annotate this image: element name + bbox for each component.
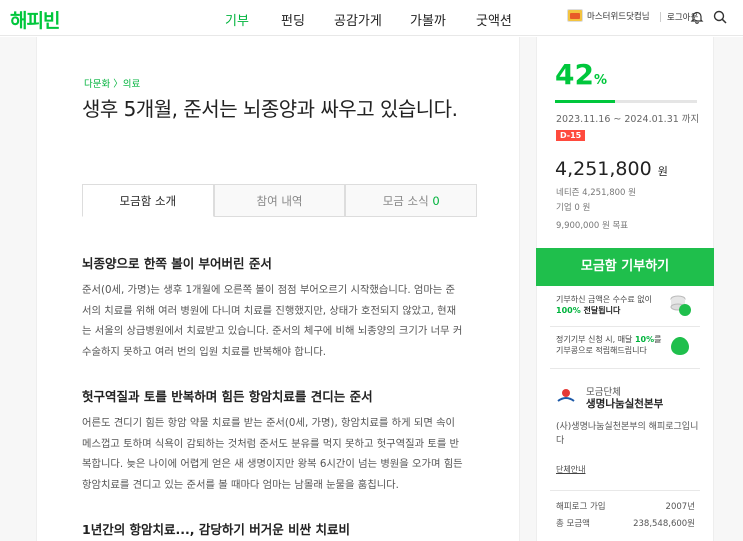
dday-badge: D-15 xyxy=(556,130,586,141)
tab-intro[interactable]: 모금함 소개 xyxy=(82,184,214,217)
raised-amount: 4,251,800 원 xyxy=(555,158,668,180)
user-name: 마스터위드닷컴님 xyxy=(587,11,650,22)
nav-store[interactable]: 공감가게 xyxy=(334,10,382,29)
section-body: 어른도 견디기 힘든 항암 약물 치료를 받는 준서(0세, 가명), 항암치료… xyxy=(82,417,463,491)
org-stat-row: 총 모금액 238,548,600원 xyxy=(556,519,695,529)
org-info-link[interactable]: 단체안내 xyxy=(556,464,585,475)
coins-icon xyxy=(670,295,691,316)
regular-donation-info: 정기기부 신청 시, 매달 10%를 기부콩으로 적립해드립니다 xyxy=(556,335,662,355)
content-tabs: 모금함 소개 참여 내역 모금 소식 0 xyxy=(82,184,478,217)
fee-info: 기부하신 금액은 수수료 없이 100% 전달됩니다 xyxy=(556,295,652,315)
nav-donate[interactable]: 기부 xyxy=(225,10,249,29)
user-menu[interactable]: 마스터위드닷컴님 xyxy=(567,9,650,22)
campaign-dates: 2023.11.16 ~ 2024.01.31 까지 xyxy=(556,114,700,125)
divider xyxy=(550,490,700,491)
org-stat-row: 해피로그 가입 2007년 xyxy=(556,502,695,512)
nav-visit[interactable]: 가볼까 xyxy=(410,10,446,29)
top-header: 해피빈 기부 펀딩 공감가게 가볼까 굿액션 마스터위드닷컴님 로그아웃 xyxy=(0,0,743,36)
news-count: 0 xyxy=(432,194,440,208)
nav-funding[interactable]: 펀딩 xyxy=(281,10,305,29)
divider xyxy=(550,326,700,327)
section-heading: 뇌종양으로 한쪽 볼이 부어버린 준서 xyxy=(82,256,272,271)
tab-participation[interactable]: 참여 내역 xyxy=(213,184,346,216)
org-logo-icon[interactable] xyxy=(556,387,576,405)
netizen-amount: 네티즌 4,251,800 원 xyxy=(556,188,636,198)
nav-good-action[interactable]: 굿액션 xyxy=(476,10,512,29)
search-icon[interactable] xyxy=(713,10,727,24)
company-amount: 기업 0 원 xyxy=(556,203,591,213)
goal-amount: 9,900,000 원 목표 xyxy=(556,221,629,231)
bell-icon[interactable] xyxy=(690,10,704,24)
divider xyxy=(660,12,661,22)
section-body: 준서(0세, 가명)는 생후 1개월에 오른쪽 볼이 점점 부어오르기 시작했습… xyxy=(82,284,463,358)
tab-news[interactable]: 모금 소식 0 xyxy=(345,184,478,216)
org-description: (사)생명나눔실천본부의 해피로그입니다 xyxy=(556,422,699,446)
user-avatar-icon xyxy=(567,9,583,22)
page-title: 생후 5개월, 준서는 뇌종양과 싸우고 있습니다. xyxy=(82,97,458,121)
bean-icon xyxy=(671,337,689,355)
section-heading: 헛구역질과 토를 반복하며 힘든 항암치료를 견디는 준서 xyxy=(82,389,373,404)
progress-bar xyxy=(555,100,697,103)
donate-button[interactable]: 모금함 기부하기 xyxy=(536,248,714,286)
logo[interactable]: 해피빈 xyxy=(10,6,60,33)
org-name[interactable]: 생명나눔실천본부 xyxy=(586,396,663,411)
category-breadcrumb[interactable]: 다문화 〉의료 xyxy=(84,76,140,90)
divider xyxy=(550,368,700,369)
progress-percent: 42% xyxy=(555,58,607,91)
section-heading: 1년간의 항암치료..., 감당하기 버거운 비싼 치료비 xyxy=(82,522,350,537)
